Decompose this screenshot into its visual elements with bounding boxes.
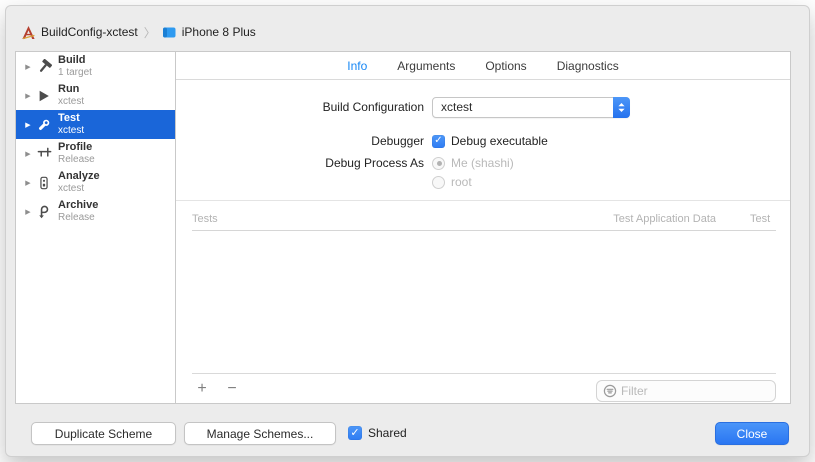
- scheme-actions-sidebar: ▶ Build 1 target ▶ Run xctest ▶ Test xct…: [15, 51, 175, 404]
- add-test-button[interactable]: +: [194, 380, 210, 398]
- breadcrumb-destination[interactable]: iPhone 8 Plus: [182, 25, 256, 39]
- debug-executable-label: Debug executable: [451, 134, 548, 148]
- column-header-test-application-data: Test Application Data: [613, 212, 716, 225]
- section-divider: [176, 200, 790, 201]
- column-header-test: Test: [750, 212, 771, 225]
- build-configuration-popup[interactable]: xctest: [432, 96, 630, 118]
- manage-schemes-button[interactable]: Manage Schemes...: [184, 422, 336, 445]
- debug-as-root-radio: [432, 175, 445, 189]
- analyze-icon: [34, 176, 54, 190]
- caliper-icon: [34, 146, 54, 161]
- breadcrumb-separator: 〉: [143, 25, 156, 40]
- table-footer-divider: [192, 373, 776, 374]
- breadcrumb-scheme[interactable]: BuildConfig-xctest: [41, 25, 138, 39]
- disclosure-triangle-icon[interactable]: ▶: [22, 92, 34, 100]
- build-configuration-value: xctest: [441, 100, 473, 114]
- sidebar-item-sublabel: Release: [58, 212, 95, 224]
- debug-as-me-label: Me (shashi): [451, 156, 514, 170]
- sidebar-item-label: Test: [58, 112, 80, 125]
- disclosure-triangle-icon[interactable]: ▶: [22, 63, 34, 71]
- filter-field[interactable]: [596, 380, 776, 402]
- disclosure-triangle-icon[interactable]: ▶: [22, 208, 34, 216]
- filter-icon: [603, 384, 617, 398]
- tests-table-header: Tests Test Application Data Test: [192, 207, 776, 231]
- close-button[interactable]: Close: [715, 422, 789, 445]
- dialog-footer: Duplicate Scheme Manage Schemes... ✓ Sha…: [6, 422, 809, 446]
- filter-input[interactable]: [621, 384, 769, 398]
- debug-process-as-label: Debug Process As: [325, 156, 424, 170]
- sidebar-item-test[interactable]: ▶ Test xctest: [16, 110, 175, 139]
- build-configuration-row: Build Configuration xctest: [176, 96, 630, 118]
- detail-tabbar: Info Arguments Options Diagnostics: [176, 52, 790, 80]
- sidebar-item-label: Build: [58, 54, 86, 67]
- tab-options[interactable]: Options: [485, 59, 526, 73]
- table-add-remove-controls: + −: [194, 380, 240, 398]
- sidebar-item-archive[interactable]: ▶ Archive Release: [16, 197, 175, 226]
- sidebar-item-label: Archive: [58, 199, 99, 212]
- sidebar-item-profile[interactable]: ▶ Profile Release: [16, 139, 175, 168]
- edit-scheme-dialog: BuildConfig-xctest 〉 iPhone 8 Plus ▶ Bui…: [5, 5, 810, 457]
- xcode-project-icon: [21, 25, 36, 40]
- device-icon: [162, 26, 177, 39]
- sidebar-item-label: Analyze: [58, 170, 100, 183]
- sidebar-item-sublabel: xctest: [58, 183, 85, 195]
- tests-table-body[interactable]: [192, 232, 776, 372]
- debug-as-me-radio: [432, 156, 445, 170]
- sidebar-item-sublabel: Release: [58, 154, 95, 166]
- play-icon: [34, 89, 54, 103]
- sidebar-item-sublabel: xctest: [58, 96, 85, 108]
- duplicate-scheme-button[interactable]: Duplicate Scheme: [31, 422, 176, 445]
- scheme-detail-panel: Info Arguments Options Diagnostics Build…: [175, 51, 791, 404]
- debugger-label: Debugger: [371, 134, 424, 148]
- sidebar-item-analyze[interactable]: ▶ Analyze xctest: [16, 168, 175, 197]
- tab-info[interactable]: Info: [347, 59, 367, 73]
- sidebar-item-sublabel: 1 target: [58, 67, 92, 79]
- sidebar-item-label: Run: [58, 83, 80, 96]
- debug-as-root-label: root: [451, 175, 472, 189]
- sidebar-item-sublabel: xctest: [58, 125, 85, 137]
- tab-diagnostics[interactable]: Diagnostics: [557, 59, 619, 73]
- disclosure-triangle-icon[interactable]: ▶: [22, 150, 34, 158]
- disclosure-triangle-icon[interactable]: ▶: [22, 179, 34, 187]
- wrench-icon: [34, 118, 54, 132]
- breadcrumb: BuildConfig-xctest 〉 iPhone 8 Plus: [21, 22, 256, 42]
- archive-icon: [34, 205, 54, 219]
- shared-checkbox-row: ✓ Shared: [348, 426, 407, 440]
- disclosure-triangle-icon[interactable]: ▶: [22, 121, 34, 129]
- build-configuration-label: Build Configuration: [322, 100, 424, 114]
- column-header-tests: Tests: [192, 212, 218, 225]
- popup-stepper-icon: [613, 96, 630, 118]
- tab-arguments[interactable]: Arguments: [397, 59, 455, 73]
- remove-test-button[interactable]: −: [224, 380, 240, 398]
- hammer-icon: [34, 59, 54, 74]
- debugger-row: Debugger ✓ Debug executable: [176, 132, 548, 150]
- screen: BuildConfig-xctest 〉 iPhone 8 Plus ▶ Bui…: [0, 0, 815, 462]
- sidebar-item-run[interactable]: ▶ Run xctest: [16, 81, 175, 110]
- debug-executable-checkbox[interactable]: ✓: [432, 134, 445, 148]
- debug-process-as-root-row: root: [176, 173, 472, 191]
- sidebar-item-label: Profile: [58, 141, 93, 154]
- shared-label: Shared: [368, 426, 407, 440]
- sidebar-item-build[interactable]: ▶ Build 1 target: [16, 52, 175, 81]
- debug-process-as-row: Debug Process As Me (shashi): [176, 154, 514, 172]
- shared-checkbox[interactable]: ✓: [348, 426, 362, 440]
